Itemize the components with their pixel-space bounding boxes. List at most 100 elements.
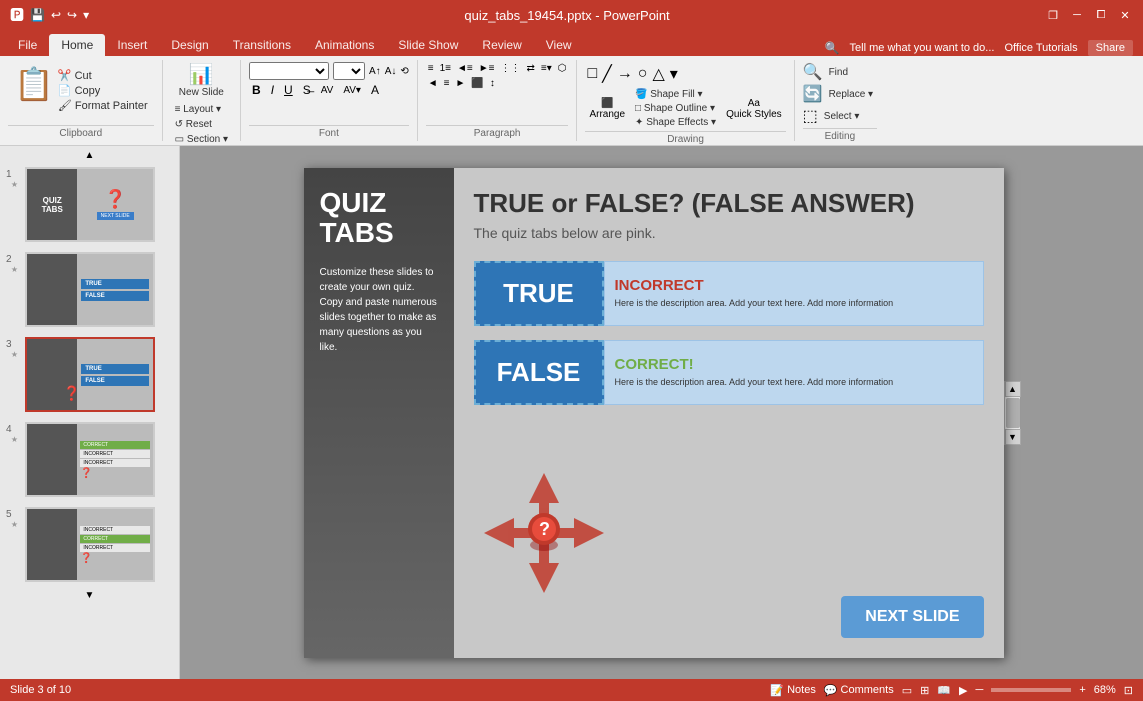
quick-styles-button[interactable]: AaQuick Styles: [722, 96, 786, 122]
tab-file[interactable]: File: [6, 34, 49, 56]
scrollbar-thumb[interactable]: [1006, 398, 1020, 428]
true-tab[interactable]: TRUE: [474, 261, 604, 326]
layout-button[interactable]: ≡ Layout ▾: [171, 103, 232, 116]
zoom-slider[interactable]: [991, 688, 1071, 692]
slide-thumb-3[interactable]: 3 ★ TRUE FALSE ❓: [4, 335, 175, 414]
false-option[interactable]: FALSE CORRECT! Here is the description a…: [474, 340, 984, 405]
slide-thumb-1[interactable]: 1 ★ QUIZ TABS ❓ NEXT SLIDE: [4, 165, 175, 244]
tab-review[interactable]: Review: [470, 34, 533, 56]
scroll-up-btn[interactable]: ▲: [1005, 381, 1021, 397]
canvas-area: QUIZTABS Customize these slides to creat…: [180, 146, 1143, 679]
line-spacing-btn[interactable]: ↕: [488, 77, 497, 90]
rect-shape[interactable]: □: [585, 63, 599, 85]
scrollbar-track[interactable]: [1005, 397, 1020, 429]
replace-button[interactable]: Replace ▾: [825, 88, 878, 101]
slide-thumb-4[interactable]: 4 ★ CORRECT INCORRECT INCORRECT ❓: [4, 420, 175, 499]
zoom-in-btn[interactable]: +: [1079, 684, 1085, 696]
slide-thumb-2[interactable]: 2 ★ TRUE FALSE: [4, 250, 175, 329]
copy-button[interactable]: 📄 Copy: [58, 84, 148, 97]
slide-img-2[interactable]: TRUE FALSE: [25, 252, 155, 327]
align-text-btn[interactable]: ≡▾: [539, 62, 554, 75]
align-center-btn[interactable]: ≡: [442, 77, 452, 90]
find-button[interactable]: Find: [825, 66, 852, 79]
underline-btn[interactable]: U: [281, 82, 296, 98]
shape-fill-btn[interactable]: 🪣 Shape Fill ▾: [631, 88, 720, 101]
tab-insert[interactable]: Insert: [105, 34, 159, 56]
line-shape[interactable]: ╱: [600, 62, 614, 86]
font-family-select[interactable]: [249, 62, 329, 80]
text-direction-btn[interactable]: ⇄: [524, 62, 536, 75]
next-slide-button[interactable]: NEXT SLIDE: [841, 596, 983, 638]
more-shapes[interactable]: ▾: [668, 62, 680, 86]
tab-animations[interactable]: Animations: [303, 34, 386, 56]
font-color-btn[interactable]: A: [368, 82, 382, 98]
tell-me[interactable]: Tell me what you want to do...: [850, 42, 995, 54]
justify-btn[interactable]: ⬛: [469, 77, 485, 90]
notes-btn[interactable]: 📝 Notes: [770, 684, 815, 697]
increase-indent-btn[interactable]: ►≡: [477, 62, 497, 75]
slide-img-5[interactable]: INCORRECT CORRECT INCORRECT ❓: [25, 507, 155, 582]
decrease-indent-btn[interactable]: ◄≡: [455, 62, 475, 75]
shadow-btn[interactable]: AV: [318, 84, 337, 97]
numbering-btn[interactable]: 1≡: [438, 62, 453, 75]
bold-btn[interactable]: B: [249, 82, 264, 98]
align-left-btn[interactable]: ◄: [426, 77, 440, 90]
paste-button[interactable]: 📋 ✂️ Cut 📄 Copy 🖌 Format Painter: [8, 62, 154, 115]
decrease-font-btn[interactable]: A↓: [385, 66, 397, 77]
right-scrollbar[interactable]: ▲ ▼: [1004, 381, 1020, 445]
columns-btn[interactable]: ⋮⋮: [498, 62, 522, 75]
slide-thumb-5[interactable]: 5 ★ INCORRECT CORRECT INCORRECT ❓: [4, 505, 175, 584]
slide-img-3[interactable]: TRUE FALSE ❓: [25, 337, 155, 412]
triangle-shape[interactable]: △: [650, 62, 666, 86]
tab-view[interactable]: View: [534, 34, 584, 56]
tab-home[interactable]: Home: [49, 34, 105, 56]
align-right-btn[interactable]: ►: [454, 77, 468, 90]
tab-transitions[interactable]: Transitions: [221, 34, 303, 56]
clear-format-btn[interactable]: ⟲: [400, 66, 408, 77]
section-button[interactable]: ▭ Section ▾: [171, 133, 232, 146]
arrow-shape[interactable]: →: [615, 63, 635, 85]
tab-slideshow[interactable]: Slide Show: [386, 34, 470, 56]
minimize-btn[interactable]: ─: [1069, 7, 1085, 23]
zoom-out-btn[interactable]: ─: [976, 684, 984, 696]
tab-design[interactable]: Design: [159, 34, 220, 56]
scroll-up-btn[interactable]: ▲: [85, 150, 95, 161]
office-tutorials[interactable]: Office Tutorials: [1004, 42, 1077, 54]
oval-shape[interactable]: ○: [636, 63, 650, 85]
restore2-icon[interactable]: ❐: [1045, 7, 1061, 23]
shape-outline-btn[interactable]: □ Shape Outline ▾: [631, 102, 720, 115]
format-painter-button[interactable]: 🖌 Format Painter: [58, 99, 148, 112]
strikethrough-btn[interactable]: S̶: [300, 82, 314, 98]
restore-btn[interactable]: ⧠: [1093, 7, 1109, 23]
font-size-select[interactable]: [333, 62, 365, 80]
fit-window-btn[interactable]: ⊡: [1124, 684, 1133, 697]
undo-icon[interactable]: ↩: [51, 8, 61, 22]
new-slide-button[interactable]: 📊 New Slide: [173, 62, 230, 101]
close-btn[interactable]: ✕: [1117, 7, 1133, 23]
select-button[interactable]: Select ▾: [820, 110, 864, 123]
slide-sorter-btn[interactable]: ⊞: [920, 684, 929, 697]
share-btn[interactable]: Share: [1088, 40, 1133, 56]
increase-font-btn[interactable]: A↑: [369, 66, 381, 77]
bullets-btn[interactable]: ≡: [426, 62, 436, 75]
save-icon[interactable]: 💾: [30, 8, 45, 22]
reset-button[interactable]: ↺ Reset: [171, 118, 232, 131]
scroll-down-btn2[interactable]: ▼: [1005, 429, 1021, 445]
scroll-down-btn[interactable]: ▼: [85, 590, 95, 601]
redo-icon[interactable]: ↪: [67, 8, 77, 22]
arrange-button[interactable]: ⬛Arrange: [585, 96, 629, 122]
normal-view-btn[interactable]: ▭: [902, 684, 912, 697]
convert-smartart-btn[interactable]: ⬡: [556, 62, 569, 75]
shape-effects-btn[interactable]: ✦ Shape Effects ▾: [631, 116, 720, 129]
comments-btn[interactable]: 💬 Comments: [824, 684, 894, 697]
slideshow-btn[interactable]: ▶: [959, 684, 967, 697]
cut-button[interactable]: ✂️ Cut: [58, 69, 148, 82]
false-tab[interactable]: FALSE: [474, 340, 604, 405]
slide-img-4[interactable]: CORRECT INCORRECT INCORRECT ❓: [25, 422, 155, 497]
reading-view-btn[interactable]: 📖: [937, 684, 951, 697]
true-option[interactable]: TRUE INCORRECT Here is the description a…: [474, 261, 984, 326]
char-spacing-btn[interactable]: AV▾: [340, 84, 364, 97]
slide-img-1[interactable]: QUIZ TABS ❓ NEXT SLIDE: [25, 167, 155, 242]
editing-group: 🔍 Find 🔄 Replace ▾ ⬚ Select ▾ Editing: [795, 60, 885, 141]
italic-btn[interactable]: I: [268, 82, 277, 98]
